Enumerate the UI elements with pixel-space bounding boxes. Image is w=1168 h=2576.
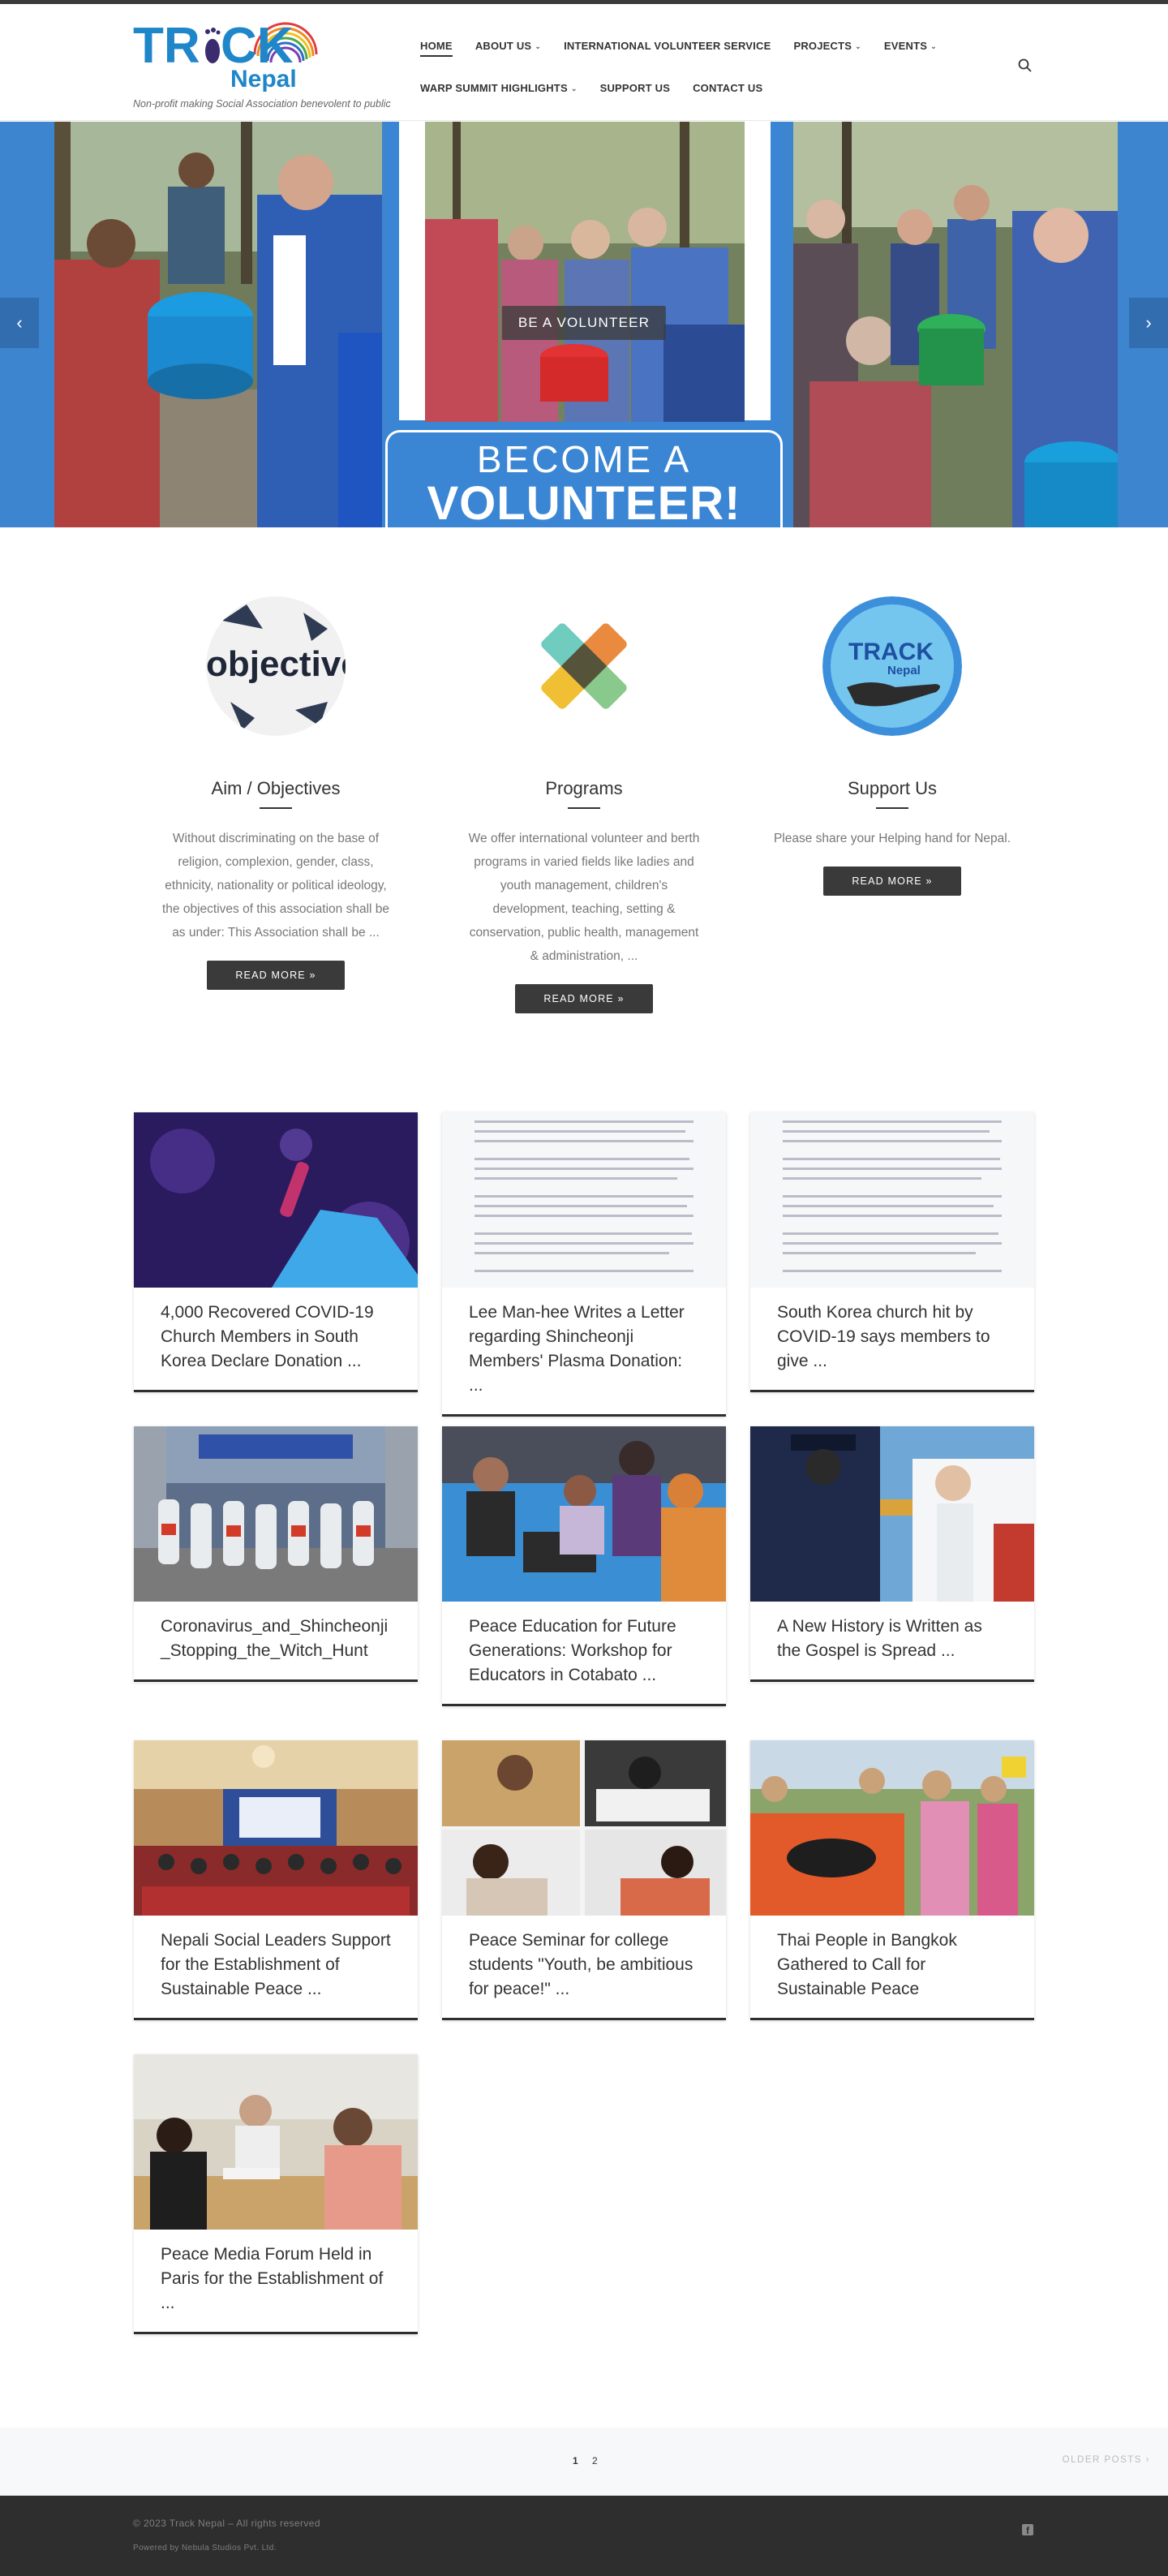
- pagination-bar: 1 2 OLDER POSTS ›: [0, 2428, 1168, 2496]
- feature-aim-objectives: objective Aim / Objectives Without discr…: [142, 596, 410, 990]
- page-numbers: 1 2: [573, 2455, 609, 2466]
- chevron-left-icon[interactable]: ‹: [0, 298, 39, 348]
- nav-label: INTERNATIONAL VOLUNTEER SERVICE: [564, 39, 771, 52]
- post-card[interactable]: Peace Seminar for college students "Yout…: [442, 1740, 726, 2020]
- become-volunteer-banner: BECOME A VOLUNTEER!: [385, 430, 783, 527]
- post-card[interactable]: Peace Media Forum Held in Paris for the …: [134, 2054, 418, 2334]
- nav-label: CONTACT US: [693, 81, 763, 94]
- post-card[interactable]: 4,000 Recovered COVID-19 Church Members …: [134, 1112, 418, 1392]
- post-title[interactable]: Lee Man-hee Writes a Letter regarding Sh…: [442, 1288, 726, 1414]
- nav-item-home[interactable]: HOME: [420, 35, 453, 57]
- nav-item-about-us[interactable]: ABOUT US ⌄: [475, 35, 541, 57]
- post-thumbnail[interactable]: [750, 1112, 1034, 1288]
- post-card[interactable]: A New History is Written as the Gospel i…: [750, 1426, 1034, 1682]
- banner-line-2: VOLUNTEER!: [427, 477, 741, 527]
- slide-photo: [793, 122, 1118, 527]
- nav-item-international-volunteer-service[interactable]: INTERNATIONAL VOLUNTEER SERVICE: [564, 35, 771, 57]
- post-thumbnail[interactable]: [134, 1740, 418, 1916]
- post-title[interactable]: Thai People in Bangkok Gathered to Call …: [750, 1916, 1034, 2018]
- nav-label: PROJECTS: [793, 39, 852, 52]
- feature-title: Programs: [545, 778, 623, 798]
- site-tagline: Non-profit making Social Association ben…: [133, 98, 391, 110]
- svg-text:Nepal: Nepal: [230, 66, 297, 92]
- feature-title: Aim / Objectives: [211, 778, 341, 798]
- facebook-icon[interactable]: f: [1022, 2524, 1033, 2536]
- post-thumbnail[interactable]: [750, 1426, 1034, 1602]
- nav-item-support-us[interactable]: SUPPORT US: [600, 77, 671, 99]
- page-link-2[interactable]: 2: [592, 2455, 598, 2466]
- feature-programs: Programs We offer international voluntee…: [450, 596, 718, 1013]
- title-underline: [568, 807, 600, 809]
- search-icon[interactable]: [1017, 58, 1033, 74]
- feature-support-us: TRACK Nepal Support Us Please share your…: [758, 596, 1026, 896]
- post-card[interactable]: Coronavirus_and_Shincheonji _Stopping_th…: [134, 1426, 418, 1682]
- nav-item-warp-summit-highlights[interactable]: WARP SUMMIT HIGHLIGHTS ⌄: [420, 77, 578, 99]
- post-card[interactable]: Nepali Social Leaders Support for the Es…: [134, 1740, 418, 2020]
- support-hand-icon[interactable]: TRACK Nepal: [822, 596, 962, 736]
- post-title[interactable]: A New History is Written as the Gospel i…: [750, 1602, 1034, 1679]
- chevron-down-icon: ⌄: [535, 41, 542, 50]
- feature-description: Please share your Helping hand for Nepal…: [773, 832, 1011, 845]
- copyright-text: © 2023 Track Nepal – All rights reserved: [133, 2518, 320, 2529]
- nav-item-events[interactable]: EVENTS ⌄: [884, 35, 937, 57]
- site-footer: © 2023 Track Nepal – All rights reserved…: [0, 2496, 1168, 2576]
- site-header: TR CK Nepal Non-profit making Social Ass…: [0, 4, 1168, 121]
- chevron-right-icon[interactable]: ›: [1129, 298, 1168, 348]
- nav-label: ABOUT US: [474, 39, 532, 52]
- nav-label: SUPPORT US: [599, 81, 671, 94]
- nav-label: HOME: [420, 39, 453, 52]
- post-title[interactable]: Nepali Social Leaders Support for the Es…: [134, 1916, 418, 2018]
- post-card[interactable]: Thai People in Bangkok Gathered to Call …: [750, 1740, 1034, 2020]
- post-title[interactable]: Peace Seminar for college students "Yout…: [442, 1916, 726, 2018]
- post-title[interactable]: Peace Education for Future Generations: …: [442, 1602, 726, 1704]
- post-card[interactable]: South Korea church hit by COVID-19 says …: [750, 1112, 1034, 1392]
- nav-row-2: WARP SUMMIT HIGHLIGHTS ⌄ SUPPORT US CONTA…: [420, 75, 1037, 100]
- svg-text:TRACK: TRACK: [848, 639, 934, 665]
- be-a-volunteer-button[interactable]: BE A VOLUNTEER: [501, 306, 667, 340]
- page-link-1[interactable]: 1: [573, 2455, 578, 2466]
- hero-slider: BE A VOLUNTEER BECOME A VOLUNTEER! ‹ ›: [0, 122, 1168, 527]
- site-logo[interactable]: TR CK Nepal: [133, 12, 328, 93]
- post-card[interactable]: Lee Man-hee Writes a Letter regarding Sh…: [442, 1112, 726, 1417]
- svg-text:Nepal: Nepal: [887, 664, 921, 677]
- older-posts-link[interactable]: OLDER POSTS ›: [1063, 2455, 1150, 2465]
- feature-description: Without discriminating on the base of re…: [161, 832, 390, 940]
- title-underline: [876, 807, 908, 809]
- title-underline: [260, 807, 292, 809]
- post-title[interactable]: 4,000 Recovered COVID-19 Church Members …: [134, 1288, 418, 1390]
- read-more-button[interactable]: READ MORE »: [515, 984, 653, 1013]
- post-thumbnail[interactable]: [750, 1740, 1034, 1916]
- main-nav: HOME ABOUT US ⌄ INTERNATIONAL VOLUNTEER S…: [420, 33, 1037, 118]
- svg-text:TR: TR: [133, 18, 200, 74]
- post-thumbnail[interactable]: [134, 1112, 418, 1288]
- nav-row-1: HOME ABOUT US ⌄ INTERNATIONAL VOLUNTEER S…: [420, 33, 1037, 58]
- post-title[interactable]: South Korea church hit by COVID-19 says …: [750, 1288, 1034, 1390]
- post-thumbnail[interactable]: [134, 2054, 418, 2230]
- chevron-down-icon: ⌄: [930, 41, 937, 50]
- nav-label: WARP SUMMIT HIGHLIGHTS: [420, 81, 568, 94]
- read-more-button[interactable]: READ MORE »: [823, 867, 961, 896]
- chevron-down-icon: ⌄: [855, 41, 861, 50]
- slide-photo: [54, 122, 382, 527]
- feature-title: Support Us: [847, 778, 938, 798]
- banner-line-1: BECOME A: [476, 438, 692, 480]
- post-title[interactable]: Coronavirus_and_Shincheonji _Stopping_th…: [134, 1602, 418, 1679]
- nav-item-contact-us[interactable]: CONTACT US: [693, 77, 762, 99]
- programs-icon[interactable]: [514, 596, 654, 736]
- nav-label: EVENTS: [883, 39, 928, 52]
- post-thumbnail[interactable]: [442, 1426, 726, 1602]
- post-thumbnail[interactable]: [442, 1740, 726, 1916]
- feature-description: We offer international volunteer and ber…: [468, 832, 700, 963]
- objective-icon[interactable]: objective: [206, 596, 346, 736]
- read-more-button[interactable]: READ MORE »: [207, 961, 345, 990]
- post-title[interactable]: Peace Media Forum Held in Paris for the …: [134, 2230, 418, 2332]
- objective-word: objective: [206, 644, 346, 684]
- post-thumbnail[interactable]: [134, 1426, 418, 1602]
- chevron-down-icon: ⌄: [570, 84, 578, 92]
- post-card[interactable]: Peace Education for Future Generations: …: [442, 1426, 726, 1706]
- nav-item-projects[interactable]: PROJECTS ⌄: [793, 35, 861, 57]
- powered-by-link[interactable]: Powered by Nebula Studios Pvt. Ltd.: [133, 2544, 277, 2552]
- post-thumbnail[interactable]: [442, 1112, 726, 1288]
